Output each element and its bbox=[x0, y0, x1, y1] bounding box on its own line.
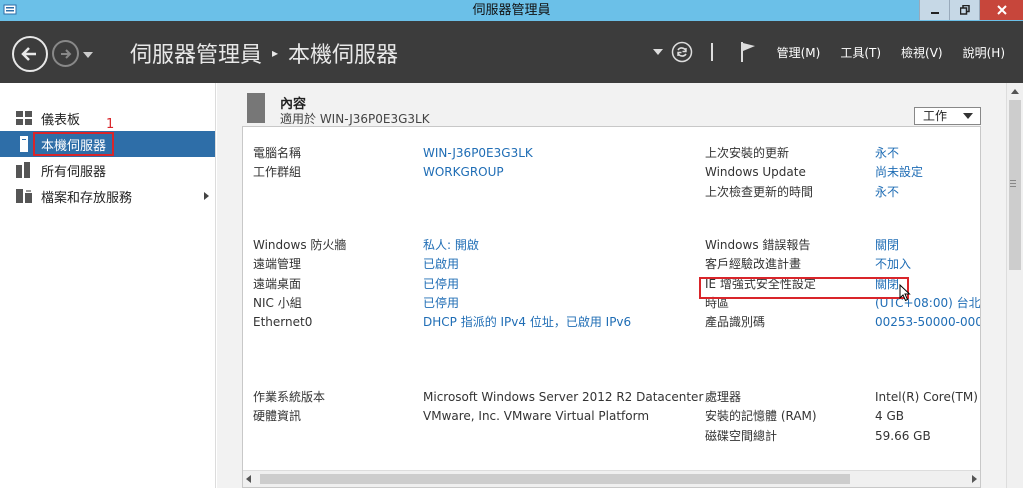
prop-label: 產品識別碼 bbox=[705, 315, 766, 329]
prop-value-link[interactable]: 已停用 bbox=[423, 275, 459, 293]
server-icon bbox=[16, 136, 32, 152]
prop-label: 硬體資訊 bbox=[253, 409, 302, 423]
servers-icon bbox=[16, 162, 32, 178]
sidebar: 儀表板 本機伺服器 1 所有伺服器 檔案和存放服務 bbox=[0, 83, 216, 488]
chevron-down-icon bbox=[963, 113, 973, 119]
back-button[interactable] bbox=[12, 36, 48, 72]
prop-label: Windows 錯誤報告 bbox=[705, 238, 811, 252]
arrow-left-icon bbox=[21, 47, 36, 61]
annotation-number: 1 bbox=[106, 117, 115, 132]
sidebar-item-file-storage[interactable]: 檔案和存放服務 bbox=[0, 183, 215, 209]
scroll-grip bbox=[1010, 186, 1016, 187]
notifications-flag-icon[interactable] bbox=[739, 41, 757, 63]
menu-view[interactable]: 檢視(V) bbox=[901, 44, 943, 61]
prop-label: 安裝的記憶體 (RAM) bbox=[705, 409, 817, 423]
main-area: 內容 適用於 WIN-J36P0E3G3LK 工作 電腦名稱 WIN-J36P0… bbox=[217, 83, 1023, 488]
prop-label: 處理器 bbox=[705, 390, 742, 404]
prop-label: Windows Update bbox=[705, 165, 806, 179]
breadcrumb-current: 本機伺服器 bbox=[288, 43, 399, 68]
prop-value-link[interactable]: DHCP 指派的 IPv4 位址，已啟用 IPv6 bbox=[423, 313, 631, 331]
prop-label: 上次檢查更新的時間 bbox=[705, 185, 814, 199]
prop-label: 磁碟空間總計 bbox=[705, 429, 778, 443]
minimize-button[interactable] bbox=[919, 0, 949, 20]
window-title: 伺服器管理員 bbox=[472, 3, 551, 18]
prop-value: 4 GB bbox=[875, 409, 904, 423]
prop-value-link[interactable]: 已停用 bbox=[423, 294, 459, 312]
horizontal-scrollbar[interactable] bbox=[243, 470, 980, 487]
expand-arrow-icon[interactable] bbox=[204, 192, 209, 200]
app-header: 伺服器管理員 ▸ 本機伺服器 管理(M) 工具(T) 檢視(V) 說明(H) bbox=[0, 21, 1023, 83]
breadcrumb-root[interactable]: 伺服器管理員 bbox=[130, 37, 262, 69]
prop-value-link[interactable]: 永不 bbox=[875, 144, 899, 162]
prop-value-link[interactable]: 00253-50000-0000 bbox=[875, 313, 980, 331]
vertical-scrollbar[interactable] bbox=[1006, 83, 1023, 488]
prop-value-link[interactable]: WORKGROUP bbox=[423, 163, 504, 181]
breadcrumb: 伺服器管理員 ▸ 本機伺服器 bbox=[130, 37, 398, 69]
prop-value-link[interactable]: 關閉 bbox=[875, 236, 899, 254]
dashboard-icon bbox=[16, 110, 32, 126]
sidebar-item-local-server[interactable]: 本機伺服器 1 bbox=[0, 117, 215, 157]
header-divider bbox=[710, 43, 713, 61]
properties-panel: 電腦名稱 WIN-J36P0E3G3LK 工作群組 WORKGROUP Wind… bbox=[242, 126, 981, 488]
properties-collapse-icon[interactable] bbox=[247, 93, 265, 123]
window-titlebar: 伺服器管理員 bbox=[0, 0, 1023, 21]
prop-value-link[interactable]: 私人: 開啟 bbox=[423, 236, 479, 254]
storage-icon bbox=[16, 188, 32, 204]
scroll-thumb[interactable] bbox=[260, 474, 850, 484]
refresh-icon[interactable] bbox=[671, 41, 693, 63]
prop-label: 電腦名稱 bbox=[253, 146, 302, 160]
minimize-icon bbox=[930, 12, 939, 14]
arrow-right-icon bbox=[60, 48, 71, 59]
prop-value-link[interactable]: 尚未設定 bbox=[875, 163, 923, 181]
sidebar-item-label: 所有伺服器 bbox=[41, 164, 107, 180]
prop-label: 上次安裝的更新 bbox=[705, 146, 790, 160]
prop-value-link[interactable]: 不加入 bbox=[875, 255, 911, 273]
prop-label: 客戶經驗改進計畫 bbox=[705, 257, 802, 271]
prop-value: VMware, Inc. VMware Virtual Platform bbox=[423, 409, 650, 423]
prop-label: 遠端管理 bbox=[253, 257, 302, 271]
prop-label: NIC 小組 bbox=[253, 296, 302, 310]
scroll-left-icon[interactable] bbox=[246, 475, 251, 483]
chevron-down-icon bbox=[83, 52, 93, 58]
refresh-dropdown-icon[interactable] bbox=[652, 48, 663, 56]
prop-value-link[interactable]: WIN-J36P0E3G3LK bbox=[423, 144, 533, 162]
scroll-grip bbox=[1010, 183, 1016, 184]
restore-icon bbox=[959, 5, 970, 15]
prop-value: Intel(R) Core(TM) i3 bbox=[875, 390, 981, 404]
sidebar-item-all-servers[interactable]: 所有伺服器 bbox=[0, 157, 215, 183]
prop-label: Ethernet0 bbox=[253, 315, 313, 329]
scroll-up-icon[interactable] bbox=[1011, 89, 1019, 94]
app-icon bbox=[3, 3, 17, 17]
sidebar-item-label: 檔案和存放服務 bbox=[41, 190, 133, 206]
menu-tools[interactable]: 工具(T) bbox=[840, 44, 881, 61]
menu-manage[interactable]: 管理(M) bbox=[777, 44, 821, 61]
history-dropdown[interactable] bbox=[83, 48, 93, 62]
breadcrumb-separator-icon: ▸ bbox=[272, 46, 279, 60]
menu-help[interactable]: 說明(H) bbox=[963, 44, 1005, 61]
prop-value-link[interactable]: 永不 bbox=[875, 183, 899, 201]
prop-label: 工作群組 bbox=[253, 165, 302, 179]
mouse-cursor-icon bbox=[899, 284, 911, 302]
panel-subtitle: 適用於 WIN-J36P0E3G3LK bbox=[280, 112, 430, 126]
prop-value: Microsoft Windows Server 2012 R2 Datacen… bbox=[423, 390, 704, 404]
highlight-box bbox=[33, 132, 114, 156]
forward-button[interactable] bbox=[52, 40, 79, 67]
prop-label: 遠端桌面 bbox=[253, 277, 302, 291]
scroll-right-icon[interactable] bbox=[972, 475, 977, 483]
prop-value: 59.66 GB bbox=[875, 429, 931, 443]
highlight-box bbox=[699, 277, 909, 299]
close-icon bbox=[996, 5, 1007, 15]
sidebar-item-label: 儀表板 bbox=[41, 112, 81, 128]
restore-button[interactable] bbox=[949, 0, 979, 20]
prop-label: Windows 防火牆 bbox=[253, 238, 347, 252]
prop-label: 作業系統版本 bbox=[253, 390, 326, 404]
scroll-thumb[interactable] bbox=[1009, 100, 1021, 270]
close-button[interactable] bbox=[979, 0, 1023, 20]
prop-value-link[interactable]: 已啟用 bbox=[423, 255, 459, 273]
tasks-label: 工作 bbox=[923, 109, 948, 123]
scroll-grip bbox=[1010, 180, 1016, 181]
tasks-dropdown[interactable]: 工作 bbox=[914, 107, 981, 125]
